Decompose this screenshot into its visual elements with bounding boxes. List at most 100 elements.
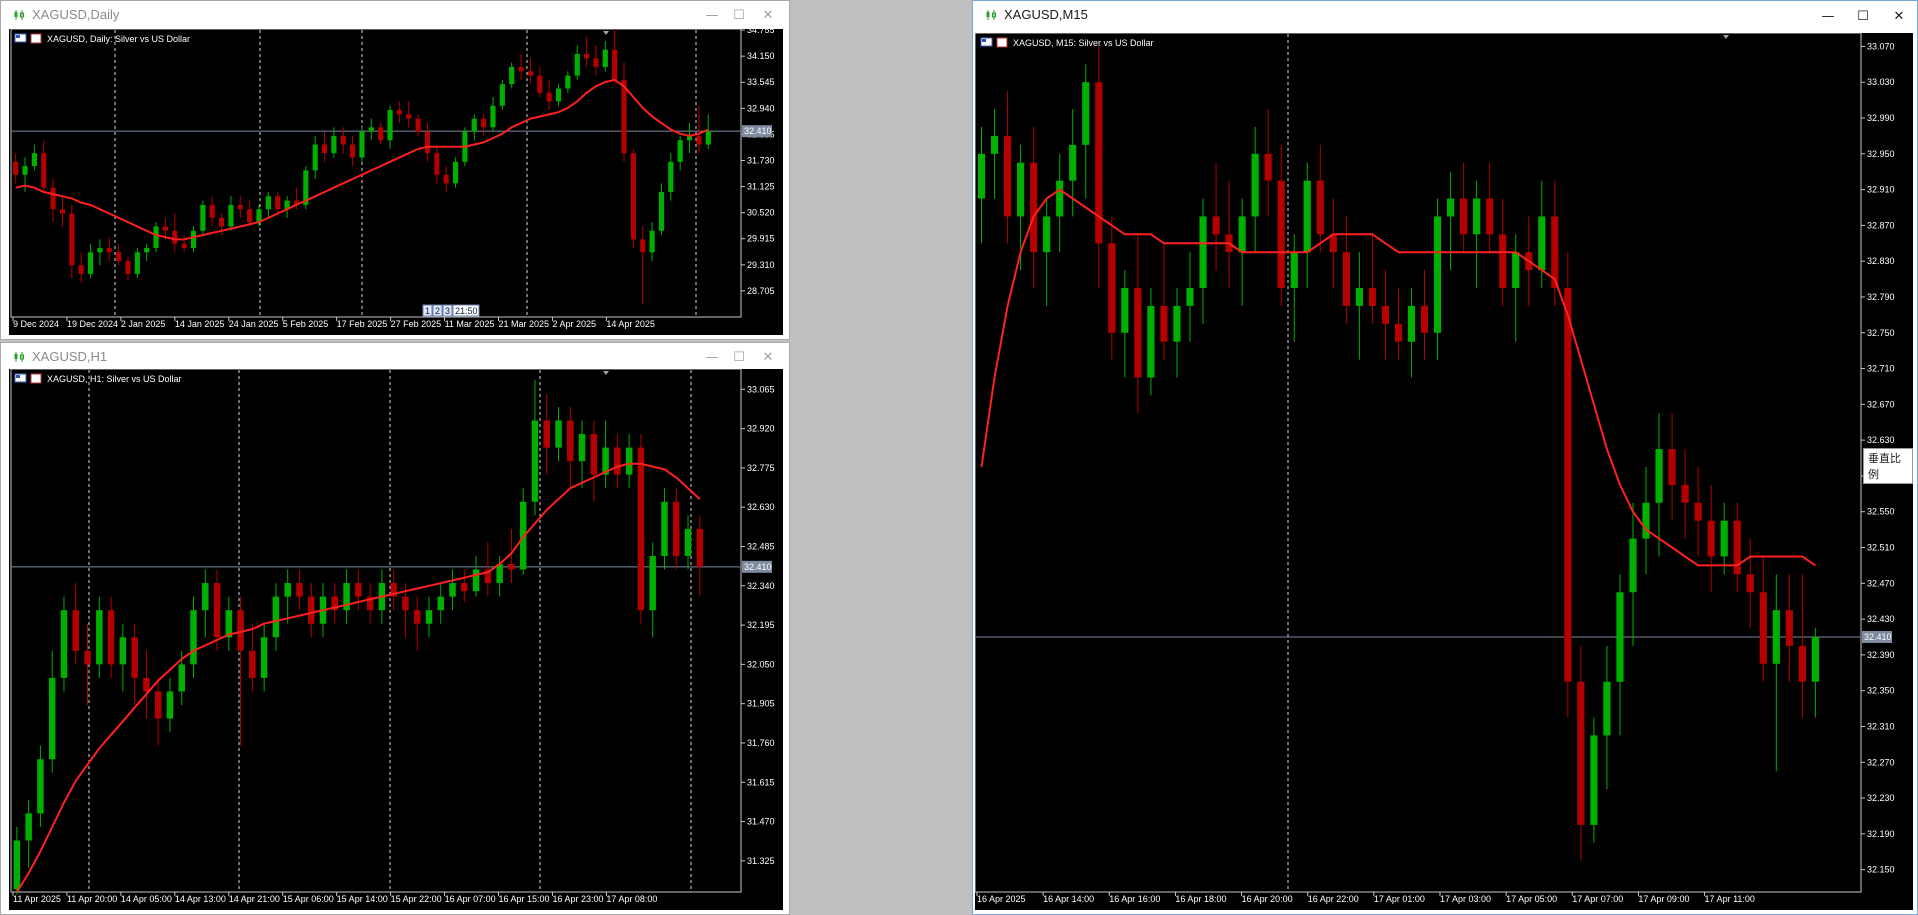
minimize-button[interactable]: — — [1817, 5, 1839, 27]
candle-body — [496, 564, 503, 584]
y-tick-label: 32.050 — [747, 659, 775, 669]
y-tick-label: 32.510 — [1867, 543, 1895, 553]
candle-body — [415, 118, 421, 132]
h1-window-titlebar[interactable]: XAGUSD,H1 — ☐ ✕ — [1, 343, 789, 371]
plot-frame — [975, 33, 1862, 893]
candle-body — [31, 153, 37, 167]
y-tick-label: 33.030 — [1867, 77, 1895, 87]
candle-body — [584, 54, 590, 59]
candle-body — [668, 161, 674, 192]
candle-body — [1003, 135, 1012, 217]
daily-chart-area[interactable]: 34.75534.15033.54532.94032.33531.73031.1… — [9, 29, 783, 335]
y-tick-label: 32.430 — [1867, 614, 1895, 624]
x-tick-label: 14 Apr 21:00 — [229, 894, 280, 904]
close-button[interactable]: ✕ — [757, 346, 779, 368]
x-tick-label: 11 Apr 20:00 — [67, 894, 117, 904]
y-tick-label: 30.520 — [747, 208, 775, 218]
candle-body — [1681, 484, 1689, 503]
maximize-button[interactable]: ☐ — [728, 346, 750, 368]
x-tick-label: 5 Feb 2025 — [283, 319, 329, 329]
maximize-button[interactable]: ☐ — [1852, 5, 1874, 27]
h1-chart-svg[interactable]: 33.065 32.920 32.775 32.630 32.485 32.340 32.1… — [9, 369, 783, 910]
y-tick-label: 32.630 — [747, 502, 775, 512]
candle-body — [119, 637, 127, 665]
candle-body — [1134, 288, 1142, 378]
close-button[interactable]: ✕ — [1888, 5, 1910, 27]
minimize-button[interactable]: — — [701, 346, 723, 368]
candle-body — [508, 564, 515, 570]
candle-body — [340, 135, 346, 145]
candle-body — [1629, 538, 1637, 593]
vertical-scale-tooltip: 垂直比例 — [1863, 448, 1913, 484]
candle-body — [1212, 216, 1220, 235]
candle-body — [1407, 305, 1416, 342]
candle-body — [673, 501, 680, 556]
y-tick-label: 31.125 — [747, 182, 775, 192]
candle-body — [1486, 198, 1494, 235]
candle-body — [48, 677, 56, 760]
candle-body — [565, 75, 571, 89]
x-tick-label: 16 Apr 20:00 — [1242, 894, 1293, 904]
moving-average-line — [16, 462, 701, 893]
m15-window-titlebar[interactable]: XAGUSD,M15 — ☐ ✕ — [973, 1, 1917, 31]
candle-body — [1017, 162, 1025, 217]
candle-body — [249, 650, 256, 678]
candle-body — [1746, 574, 1754, 593]
candle-body — [284, 583, 291, 597]
candle-body — [490, 105, 496, 128]
y-tick-label: 32.485 — [747, 541, 775, 551]
h1-chart-area[interactable]: 33.065 32.920 32.775 32.630 32.485 32.340 32.1… — [9, 369, 783, 910]
candle-body — [481, 118, 487, 128]
candle-body — [162, 226, 168, 231]
m15-chart-svg[interactable]: 33.070 33.030 32.990 32.950 32.910 32.870 32.8… — [975, 33, 1913, 910]
x-tick-label: 17 Apr 01:00 — [1374, 894, 1425, 904]
x-tick-label: 14 Jan 2025 — [175, 319, 225, 329]
candle-body — [1030, 162, 1038, 253]
candle-body — [1512, 252, 1520, 289]
chart-type-icon — [30, 33, 42, 44]
y-tick-label: 32.950 — [1867, 149, 1895, 159]
candle-body — [625, 447, 633, 475]
nav-marker-text: 1 — [425, 306, 430, 316]
candle-body — [1577, 681, 1585, 825]
candle-body — [134, 252, 140, 274]
close-button[interactable]: ✕ — [757, 4, 779, 26]
candle-body — [355, 583, 362, 597]
window-title: XAGUSD,M15 — [1004, 7, 1088, 22]
candle-body — [1368, 288, 1376, 306]
candle-body — [13, 161, 19, 175]
candle-body — [1446, 198, 1455, 217]
candle-body — [602, 49, 608, 67]
candle-body — [443, 174, 449, 184]
candle-body — [260, 637, 268, 678]
m15-chart-area[interactable]: 33.070 33.030 32.990 32.950 32.910 32.870 32.8… — [975, 33, 1913, 910]
maximize-button[interactable]: ☐ — [728, 4, 750, 26]
candle-body — [1316, 180, 1324, 235]
m15-chart-window[interactable]: XAGUSD,M15 — ☐ ✕ 33.070 33.030 32.990 32.95… — [972, 0, 1918, 915]
y-tick-label: 33.065 — [747, 384, 775, 394]
x-tick-label: 17 Feb 2025 — [337, 319, 388, 329]
y-tick-label: 34.755 — [747, 29, 775, 35]
candle-body — [131, 637, 138, 678]
candle-body — [649, 230, 655, 253]
daily-chart-window[interactable]: XAGUSD,Daily — ☐ ✕ 34.755 34.150 33.545 32.… — [0, 0, 790, 340]
y-tick-label: 32.270 — [1867, 757, 1895, 767]
daily-window-titlebar[interactable]: XAGUSD,Daily — ☐ ✕ — [1, 1, 789, 29]
candle-body — [25, 813, 32, 841]
candle-body — [1668, 449, 1676, 485]
candle-body — [527, 71, 533, 76]
minimize-button[interactable]: — — [701, 4, 723, 26]
candle-body — [449, 583, 456, 597]
y-tick-label: 31.470 — [747, 817, 775, 827]
x-tick-label: 17 Apr 07:00 — [1572, 894, 1623, 904]
chart-type-icon — [30, 373, 42, 384]
daily-chart-svg[interactable]: 34.75534.15033.54532.94032.33531.73031.1… — [9, 29, 783, 335]
plot-frame — [10, 369, 742, 893]
candle-body — [190, 230, 197, 249]
us-flag-canton — [982, 39, 986, 42]
candle-body — [72, 610, 79, 651]
x-tick-label: 17 Apr 03:00 — [1440, 894, 1491, 904]
h1-chart-window[interactable]: XAGUSD,H1 — ☐ ✕ 33.065 32.920 32.775 32.630… — [0, 342, 790, 915]
candle-body — [1082, 82, 1090, 145]
candle-body — [1616, 592, 1624, 682]
